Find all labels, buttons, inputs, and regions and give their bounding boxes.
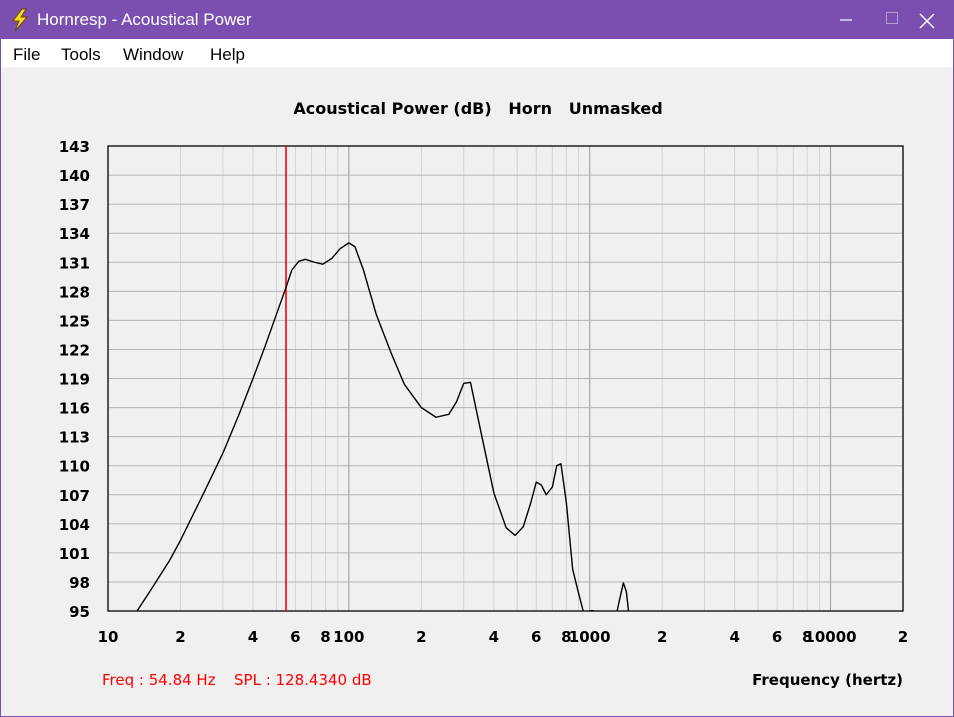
y-tick-label: 116	[59, 400, 90, 418]
menu-bar: File Tools Window Help	[1, 39, 953, 67]
y-tick-label: 119	[59, 371, 90, 389]
lightning-bolt-icon	[12, 8, 29, 32]
close-button[interactable]	[903, 1, 949, 39]
y-tick-label: 104	[59, 516, 90, 534]
y-axis: 95 98 101 104 107 110 113 116 119 122 125 128 131 134…	[59, 138, 90, 621]
y-tick-label: 113	[59, 429, 90, 447]
minimize-button[interactable]	[823, 1, 869, 39]
x-tick-label: 4	[729, 628, 739, 646]
y-tick-label: 134	[59, 225, 90, 243]
x-tick-label: 10	[98, 628, 119, 646]
x-tick-label: 6	[531, 628, 541, 646]
x-tick-label: 2	[175, 628, 185, 646]
x-tick-label: 2	[416, 628, 426, 646]
x-tick-label: 8	[320, 628, 330, 646]
y-tick-label: 143	[59, 138, 90, 156]
x-tick-label: 1000	[569, 628, 611, 646]
maximize-icon	[886, 12, 898, 24]
y-tick-label: 128	[59, 283, 90, 301]
menu-help[interactable]: Help	[210, 45, 245, 65]
x-tick-label: 4	[489, 628, 499, 646]
window-title: Hornresp - Acoustical Power	[37, 10, 252, 29]
app-window: Hornresp - Acoustical Power File Tools W…	[0, 0, 954, 717]
x-tick-label: 2	[898, 628, 908, 646]
series-line	[616, 582, 630, 612]
x-tick-label: 100	[333, 628, 364, 646]
y-tick-label: 98	[69, 574, 90, 592]
grid	[108, 146, 903, 611]
spl-readout: SPL : 128.4340 dB	[234, 671, 372, 689]
acoustical-power-chart[interactable]: Acoustical Power (dB) Horn Unmasked 95 98…	[1, 67, 953, 716]
menu-tools[interactable]: Tools	[61, 45, 101, 65]
title-bar[interactable]: Hornresp - Acoustical Power	[1, 1, 953, 39]
minimize-icon	[840, 19, 852, 21]
y-tick-label: 107	[59, 487, 90, 505]
menu-file[interactable]: File	[13, 45, 40, 65]
y-tick-label: 101	[59, 545, 90, 563]
y-tick-label: 122	[59, 341, 90, 359]
chart-area[interactable]: Acoustical Power (dB) Horn Unmasked 95 98…	[1, 67, 953, 716]
x-axis-label: Frequency (hertz)	[752, 671, 903, 689]
y-tick-label: 140	[59, 167, 90, 185]
y-tick-label: 137	[59, 196, 90, 214]
x-tick-label: 2	[657, 628, 667, 646]
menu-window[interactable]: Window	[123, 45, 183, 65]
y-tick-label: 110	[59, 458, 90, 476]
freq-readout: Freq : 54.84 Hz	[102, 671, 216, 689]
x-tick-label: 10000	[804, 628, 856, 646]
series-layer	[136, 242, 630, 612]
close-icon	[919, 13, 935, 29]
y-tick-label: 131	[59, 254, 90, 272]
x-tick-label: 6	[772, 628, 782, 646]
y-tick-label: 125	[59, 312, 90, 330]
x-tick-label: 6	[290, 628, 300, 646]
y-tick-label: 95	[69, 603, 90, 621]
x-tick-label: 4	[248, 628, 258, 646]
series-line	[136, 242, 584, 612]
chart-title: Acoustical Power (dB) Horn Unmasked	[293, 99, 662, 118]
x-axis: 10 2 4 6 8 100 2 4 6 81000 2 4 6 810000 2	[98, 628, 909, 646]
